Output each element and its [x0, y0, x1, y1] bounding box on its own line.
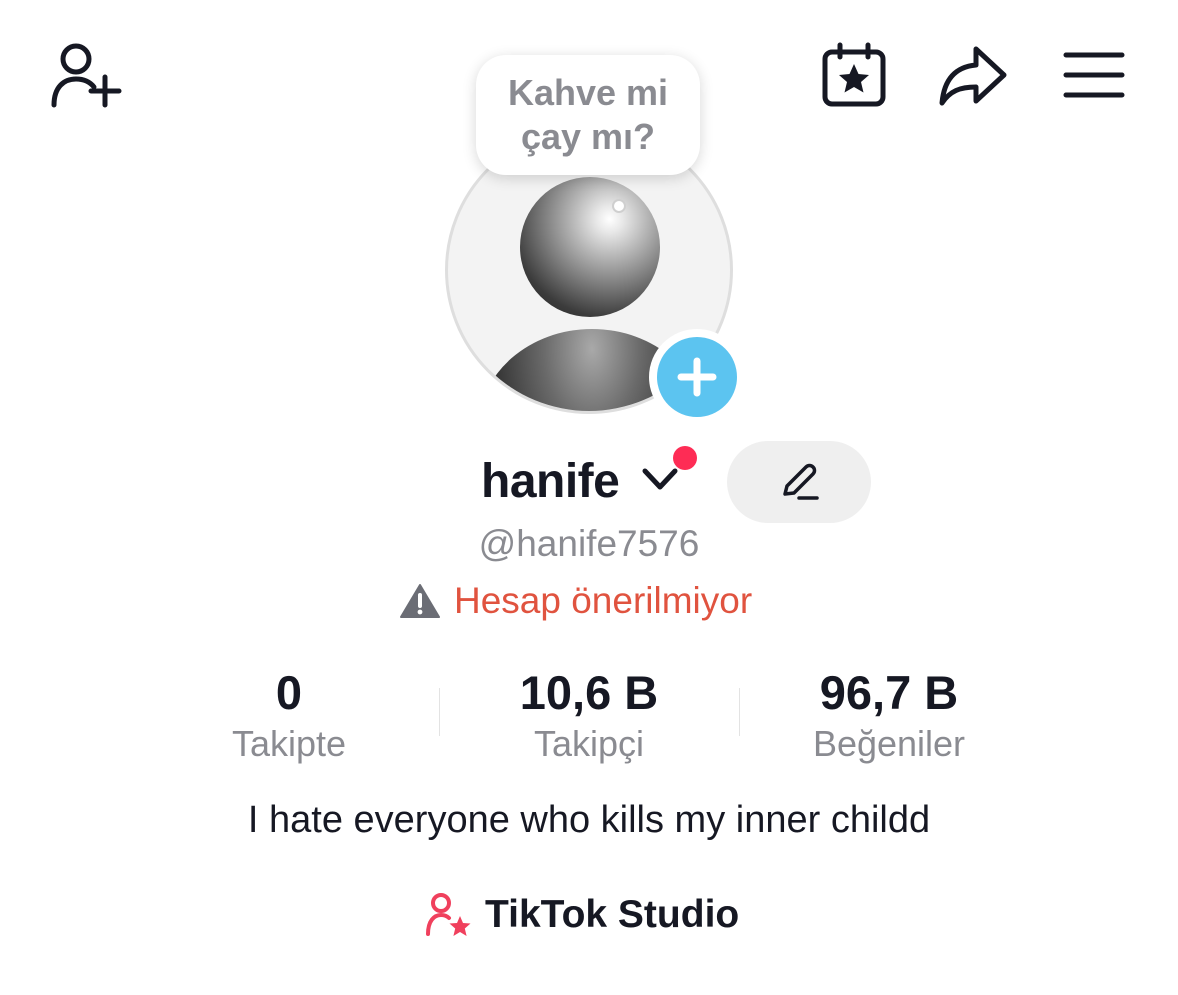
note-bubble-tail	[612, 199, 626, 213]
profile-bio: I hate everyone who kills my inner child…	[247, 799, 931, 841]
profile-note-bubble[interactable]: Kahve mi çay mı?	[476, 55, 700, 175]
stat-likes[interactable]: 96,7 B Beğeniler	[739, 664, 1039, 766]
plus-icon	[677, 357, 717, 397]
add-story-button[interactable]	[649, 329, 745, 425]
menu-button[interactable]	[1060, 48, 1128, 102]
pencil-icon	[783, 463, 819, 500]
followers-count: 10,6 B	[519, 666, 659, 719]
chevron-down-icon	[642, 468, 678, 490]
notification-dot	[673, 446, 697, 470]
person-star-icon	[426, 893, 471, 936]
stat-followers[interactable]: 10,6 B Takipçi	[439, 664, 739, 766]
hamburger-menu-icon	[1063, 52, 1125, 98]
following-count: 0	[275, 666, 303, 719]
profile-name[interactable]: hanife	[481, 453, 620, 511]
tiktok-studio-link[interactable]: TikTok Studio	[425, 890, 739, 940]
share-button[interactable]	[936, 42, 1010, 108]
profile-note-text: Kahve mi çay mı?	[507, 72, 669, 157]
add-friend-button[interactable]	[44, 40, 124, 112]
calendar-star-icon	[822, 42, 886, 107]
likes-count: 96,7 B	[819, 666, 959, 719]
calendar-button[interactable]	[818, 40, 890, 110]
share-arrow-icon	[939, 46, 1007, 106]
account-switch-chevron[interactable]	[640, 463, 680, 498]
warning-triangle-icon	[400, 584, 440, 618]
account-warning[interactable]: Hesap önerilmiyor	[400, 578, 752, 624]
tiktok-studio-label: TikTok Studio	[485, 893, 740, 936]
edit-profile-button[interactable]	[727, 441, 871, 523]
avatar-head-shape	[520, 177, 660, 317]
person-plus-icon	[51, 43, 122, 108]
likes-label: Beğeniler	[812, 723, 966, 764]
stat-following[interactable]: 0 Takipte	[139, 664, 439, 766]
account-warning-text: Hesap önerilmiyor	[454, 580, 753, 621]
followers-label: Takipçi	[533, 723, 645, 764]
following-label: Takipte	[231, 723, 347, 764]
profile-handle: @hanife7576	[478, 523, 700, 564]
